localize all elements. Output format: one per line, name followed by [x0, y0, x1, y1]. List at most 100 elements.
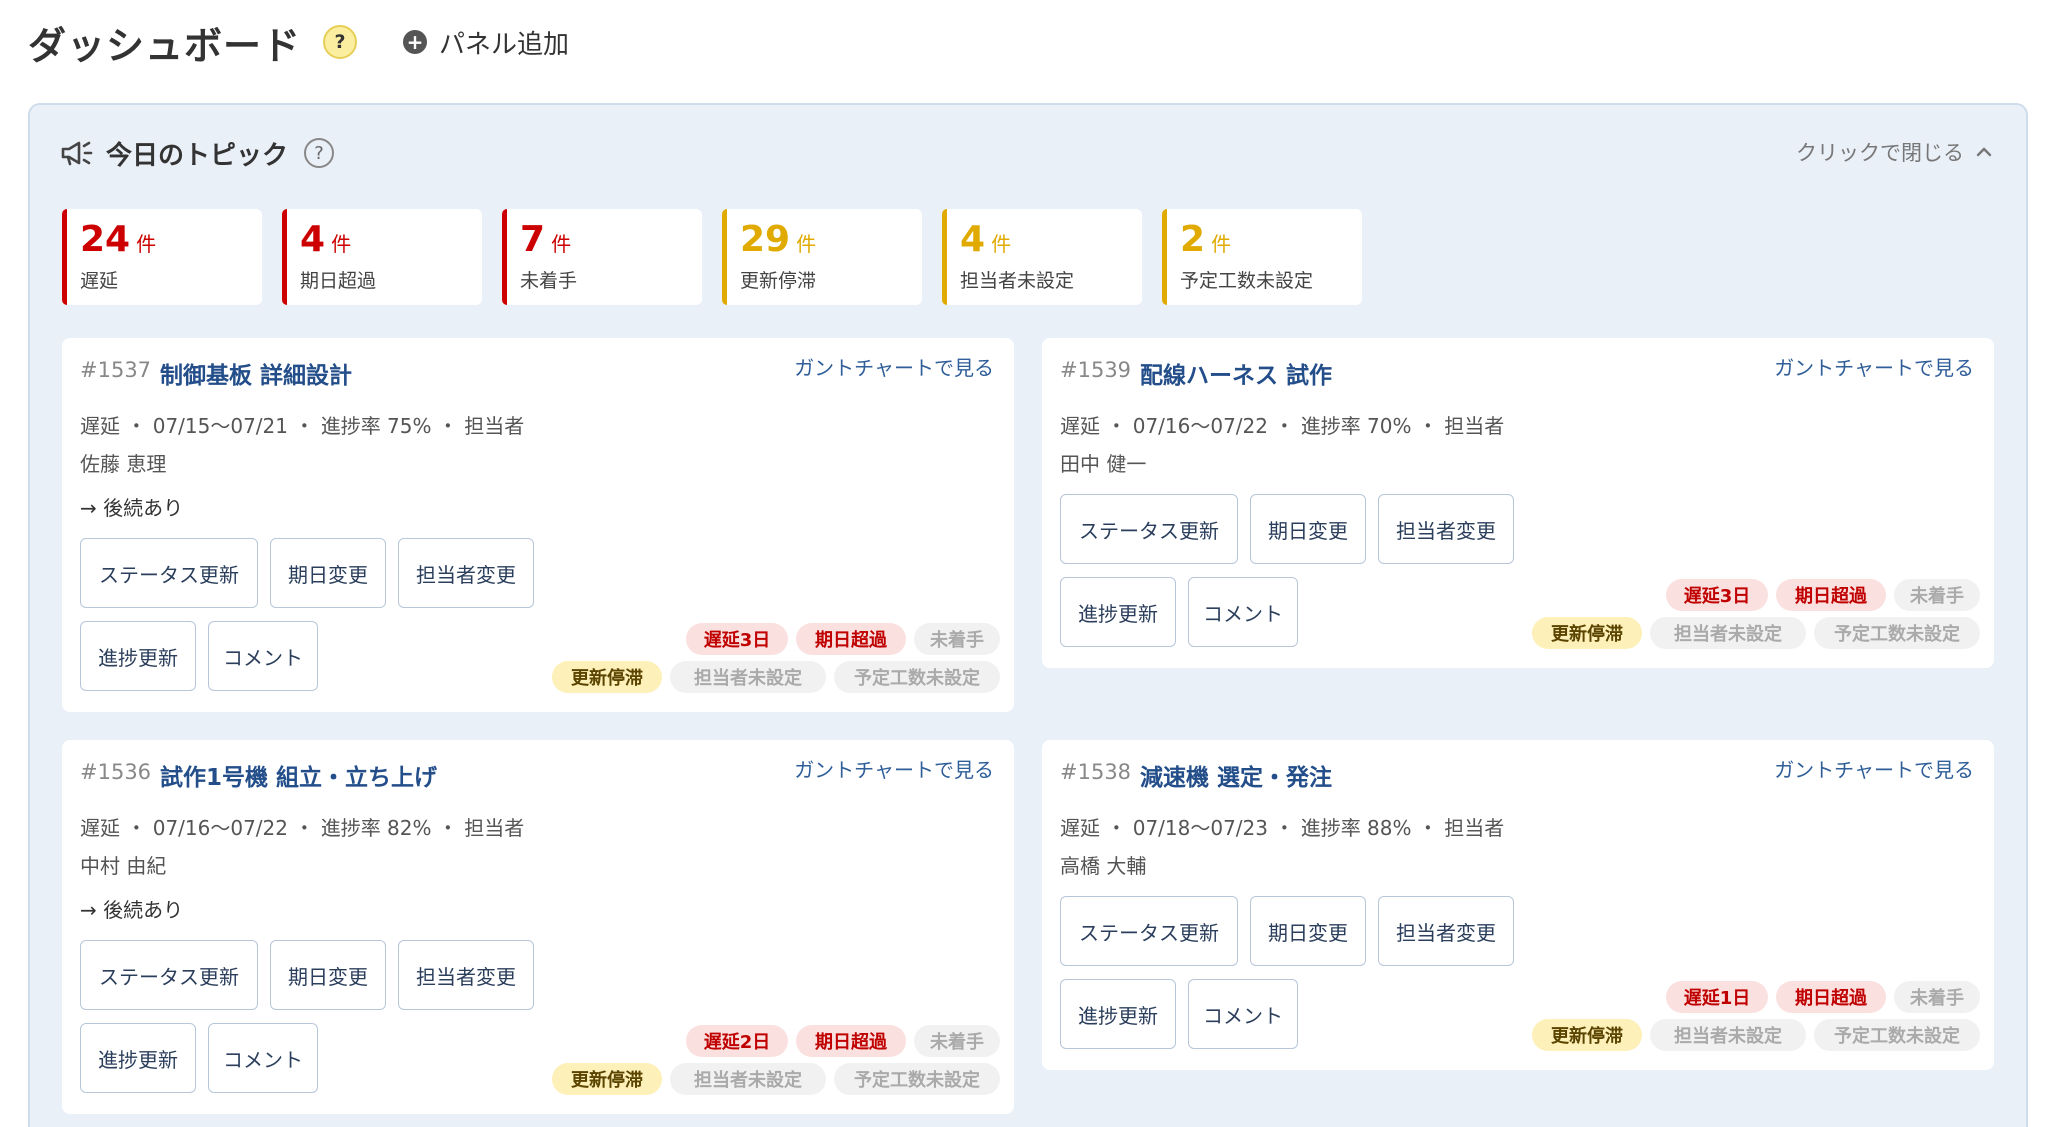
no-assignee-tag: 担当者未設定 — [670, 1063, 826, 1095]
delay-tag: 遅延3日 — [1666, 579, 1768, 611]
no-estimate-tag: 予定工数未設定 — [1814, 1019, 1980, 1051]
status-update-button[interactable]: ステータス更新 — [80, 940, 258, 1010]
chevron-up-icon — [1976, 144, 1992, 160]
due-change-button[interactable]: 期日変更 — [1250, 494, 1366, 564]
stat-card-not-started[interactable]: 7件 未着手 — [502, 209, 702, 305]
comment-button[interactable]: コメント — [208, 1023, 318, 1093]
task-id: #1536 — [80, 760, 152, 784]
task-id: #1537 — [80, 358, 152, 382]
add-panel-label: パネル追加 — [439, 29, 570, 60]
help-icon[interactable]: ? — [323, 25, 358, 59]
status-update-button[interactable]: ステータス更新 — [80, 538, 258, 608]
stale-tag: 更新停滞 — [1532, 1019, 1642, 1051]
progress-update-button[interactable]: 進捗更新 — [80, 621, 196, 691]
task-title[interactable]: 制御基板 詳細設計 — [160, 356, 352, 390]
assignee-change-button[interactable]: 担当者変更 — [1378, 494, 1514, 564]
comment-button[interactable]: コメント — [1188, 577, 1298, 647]
page-title: ダッシュボード — [28, 23, 302, 68]
status-update-button[interactable]: ステータス更新 — [1060, 896, 1238, 966]
task-card-1539: #1539 配線ハーネス 試作 ガントチャートで見る 遅延 ・ 07/16〜07… — [1042, 338, 1994, 668]
gantt-link[interactable]: ガントチャートで見る — [794, 754, 994, 783]
task-id: #1538 — [1060, 760, 1132, 784]
task-meta: 遅延 ・ 07/16〜07/22 ・ 進捗率 82% ・ 担当者 — [80, 816, 525, 840]
stale-tag: 更新停滞 — [552, 661, 662, 693]
task-card-1538: #1538 減速機 選定・発注 ガントチャートで見る 遅延 ・ 07/18〜07… — [1042, 740, 1994, 1070]
stat-label: 更新停滞 — [740, 270, 817, 292]
successor-note: → 後続あり — [80, 898, 184, 922]
successor-note: → 後続あり — [80, 496, 184, 520]
stat-count: 29 — [740, 219, 791, 260]
task-owner: 高橋 大輔 — [1060, 854, 1147, 878]
stat-label: 期日超過 — [300, 270, 377, 292]
delay-tag: 遅延2日 — [686, 1025, 788, 1057]
assignee-change-button[interactable]: 担当者変更 — [398, 940, 534, 1010]
not-started-tag: 未着手 — [1894, 981, 1980, 1013]
status-update-button[interactable]: ステータス更新 — [1060, 494, 1238, 564]
task-meta: 遅延 ・ 07/16〜07/22 ・ 進捗率 70% ・ 担当者 — [1060, 414, 1505, 438]
task-title[interactable]: 減速機 選定・発注 — [1140, 758, 1332, 792]
assignee-change-button[interactable]: 担当者変更 — [398, 538, 534, 608]
stat-card-no-estimate[interactable]: 2件 予定工数未設定 — [1162, 209, 1362, 305]
progress-update-button[interactable]: 進捗更新 — [80, 1023, 196, 1093]
plus-circle-icon: + — [403, 30, 428, 54]
task-id: #1539 — [1060, 358, 1132, 382]
add-panel-button[interactable]: + パネル追加 — [403, 24, 569, 61]
stat-unit: 件 — [796, 232, 817, 256]
stat-unit: 件 — [136, 232, 157, 256]
stat-unit: 件 — [1211, 232, 1232, 256]
close-topic-toggle[interactable]: クリックで閉じる — [1796, 137, 1992, 167]
no-assignee-tag: 担当者未設定 — [670, 661, 826, 693]
no-estimate-tag: 予定工数未設定 — [834, 1063, 1000, 1095]
task-card-1537: #1537 制御基板 詳細設計 ガントチャートで見る 遅延 ・ 07/15〜07… — [62, 338, 1014, 712]
close-topic-label: クリックで閉じる — [1796, 141, 1964, 165]
stat-unit: 件 — [991, 232, 1012, 256]
stat-count: 7 — [520, 219, 546, 260]
task-title[interactable]: 試作1号機 組立・立ち上げ — [160, 758, 437, 792]
task-card-1536: #1536 試作1号機 組立・立ち上げ ガントチャートで見る 遅延 ・ 07/1… — [62, 740, 1014, 1114]
stat-label: 予定工数未設定 — [1180, 270, 1314, 292]
stat-label: 担当者未設定 — [960, 270, 1075, 292]
task-owner: 田中 健一 — [1060, 452, 1147, 476]
stat-card-no-assignee[interactable]: 4件 担当者未設定 — [942, 209, 1142, 305]
not-started-tag: 未着手 — [1894, 579, 1980, 611]
overdue-tag: 期日超過 — [1776, 579, 1886, 611]
topic-panel: 今日のトピック ? クリックで閉じる 24 件 遅延 4件 期日超過 7件 未着手… — [28, 103, 2028, 1127]
topic-header: 今日のトピック ? — [60, 133, 335, 173]
gantt-link[interactable]: ガントチャートで見る — [1774, 754, 1974, 783]
stat-card-overdue[interactable]: 4件 期日超過 — [282, 209, 482, 305]
delay-tag: 遅延3日 — [686, 623, 788, 655]
overdue-tag: 期日超過 — [1776, 981, 1886, 1013]
gantt-link[interactable]: ガントチャートで見る — [794, 352, 994, 381]
due-change-button[interactable]: 期日変更 — [1250, 896, 1366, 966]
task-owner: 佐藤 恵理 — [80, 452, 167, 476]
no-assignee-tag: 担当者未設定 — [1650, 1019, 1806, 1051]
assignee-change-button[interactable]: 担当者変更 — [1378, 896, 1514, 966]
overdue-tag: 期日超過 — [796, 623, 906, 655]
not-started-tag: 未着手 — [914, 1025, 1000, 1057]
due-change-button[interactable]: 期日変更 — [270, 538, 386, 608]
gantt-link[interactable]: ガントチャートで見る — [1774, 352, 1974, 381]
stat-list: 24 件 遅延 4件 期日超過 7件 未着手 29 件 更新停滞 4件 担当者未設定… — [62, 209, 1362, 305]
progress-update-button[interactable]: 進捗更新 — [1060, 577, 1176, 647]
stat-count: 4 — [300, 219, 326, 260]
delay-tag: 遅延1日 — [1666, 981, 1768, 1013]
stat-unit: 件 — [331, 232, 352, 256]
comment-button[interactable]: コメント — [208, 621, 318, 691]
no-assignee-tag: 担当者未設定 — [1650, 617, 1806, 649]
stat-card-stale[interactable]: 29 件 更新停滞 — [722, 209, 922, 305]
progress-update-button[interactable]: 進捗更新 — [1060, 979, 1176, 1049]
task-meta: 遅延 ・ 07/18〜07/23 ・ 進捗率 88% ・ 担当者 — [1060, 816, 1505, 840]
not-started-tag: 未着手 — [914, 623, 1000, 655]
comment-button[interactable]: コメント — [1188, 979, 1298, 1049]
task-title[interactable]: 配線ハーネス 試作 — [1140, 356, 1332, 390]
megaphone-icon — [60, 136, 94, 170]
stat-count: 24 — [80, 219, 131, 260]
topic-help-icon[interactable]: ? — [304, 138, 335, 168]
stat-card-delayed[interactable]: 24 件 遅延 — [62, 209, 262, 305]
stat-label: 未着手 — [520, 270, 578, 292]
task-meta: 遅延 ・ 07/15〜07/21 ・ 進捗率 75% ・ 担当者 — [80, 414, 525, 438]
stale-tag: 更新停滞 — [1532, 617, 1642, 649]
stat-count: 2 — [1180, 219, 1206, 260]
stale-tag: 更新停滞 — [552, 1063, 662, 1095]
due-change-button[interactable]: 期日変更 — [270, 940, 386, 1010]
